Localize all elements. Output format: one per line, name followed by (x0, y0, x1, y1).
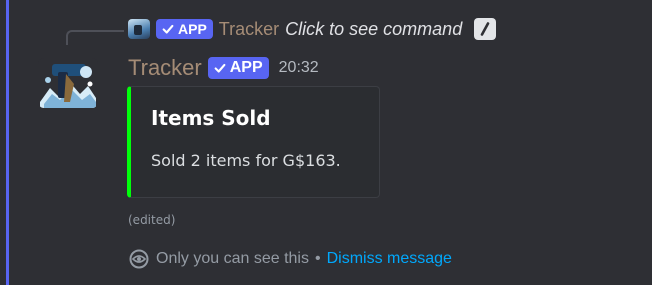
eye-icon (129, 249, 149, 269)
username[interactable]: Tracker (128, 55, 202, 81)
ephemeral-separator: • (314, 250, 321, 267)
timestamp[interactable]: 20:32 (279, 59, 319, 77)
click-to-see-command[interactable]: Click to see command (285, 19, 462, 40)
reply-app-badge-label: APP (178, 21, 207, 37)
embed: Items Sold Sold 2 items for G$163. (127, 86, 380, 198)
edited-label: (edited) (128, 213, 176, 227)
message-header: Tracker APP 20:32 (128, 54, 319, 82)
message-highlight-bar (6, 0, 9, 285)
reply-avatar[interactable] (128, 19, 150, 39)
ephemeral-text: Only you can see this (156, 250, 309, 267)
checkmark-icon (162, 24, 174, 34)
reply-context[interactable]: APP Tracker Click to see command (128, 17, 497, 41)
ephemeral-notice: Only you can see this • Dismiss message (128, 248, 452, 270)
embed-description: Sold 2 items for G$163. (151, 151, 341, 170)
slash-command-icon[interactable] (474, 18, 497, 40)
checkmark-icon (214, 63, 226, 73)
avatar[interactable] (38, 58, 98, 108)
app-badge-label: APP (229, 59, 263, 76)
app-badge: APP (207, 57, 269, 79)
dismiss-message-link[interactable]: Dismiss message (327, 250, 452, 268)
reply-connector (66, 30, 124, 45)
reply-app-badge: APP (156, 19, 213, 39)
embed-title: Items Sold (151, 106, 271, 130)
reply-username[interactable]: Tracker (219, 19, 279, 40)
